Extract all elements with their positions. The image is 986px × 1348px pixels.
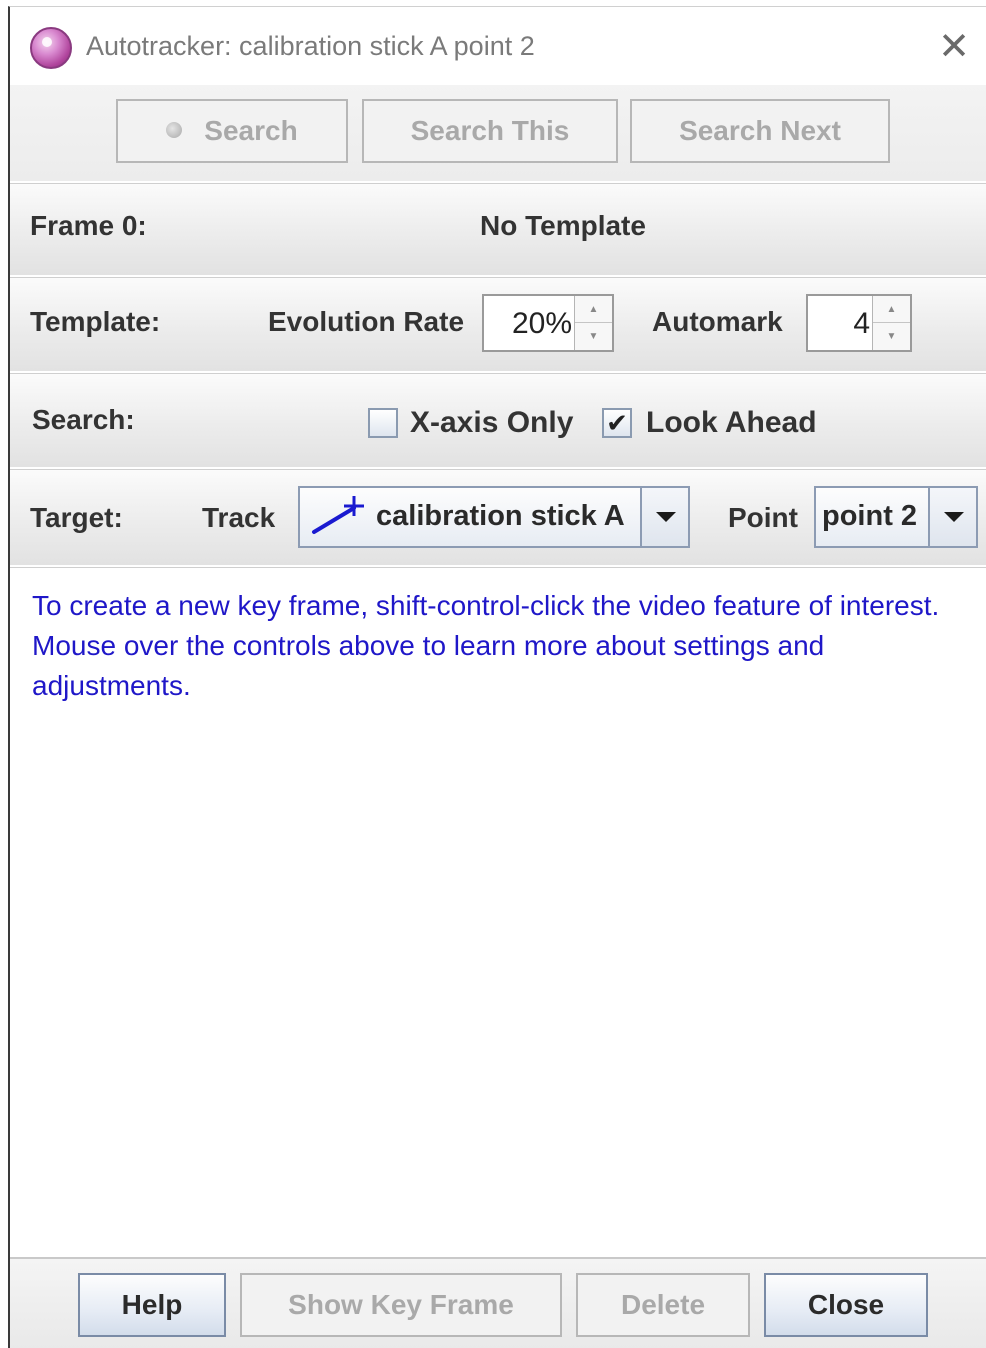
point-label: Point (728, 502, 798, 533)
point-dropdown-value: point 2 (822, 500, 918, 532)
track-label: Track (202, 502, 276, 533)
frame-label: Frame 0: (30, 210, 147, 241)
evolution-rate-value[interactable]: 20% (512, 296, 572, 350)
search-button-label: Search (204, 115, 298, 146)
point-dropdown[interactable]: point 2 (814, 486, 978, 548)
evolution-rate-spinner[interactable]: 20% ▲ ▼ (482, 294, 614, 352)
automark-label: Automark (652, 306, 783, 337)
window-title: Autotracker: calibration stick A point 2 (86, 31, 535, 61)
target-panel: Target: Track calibration stick A Point … (10, 469, 986, 565)
track-dropdown[interactable]: calibration stick A (298, 486, 690, 548)
search-dot-icon (166, 121, 183, 138)
increment-icon[interactable]: ▲ (575, 296, 612, 323)
increment-icon[interactable]: ▲ (873, 296, 910, 323)
look-ahead-checkbox[interactable]: ✔ (602, 408, 632, 438)
automark-spinner[interactable]: 4 ▲ ▼ (806, 294, 912, 352)
automark-value[interactable]: 4 (853, 296, 870, 350)
close-button[interactable]: Close (764, 1273, 928, 1337)
search-this-button[interactable]: Search This (362, 99, 618, 163)
search-options-panel: Search: X-axis Only ✔ Look Ahead (10, 373, 986, 467)
delete-button[interactable]: Delete (576, 1273, 750, 1337)
calibration-stick-icon (312, 496, 364, 534)
frame-panel: Frame 0: No Template (10, 183, 986, 275)
look-ahead-label[interactable]: Look Ahead (646, 406, 817, 440)
target-label: Target: (30, 502, 123, 533)
show-key-frame-button[interactable]: Show Key Frame (240, 1273, 562, 1337)
search-next-button[interactable]: Search Next (630, 99, 890, 163)
close-window-icon[interactable]: ✕ (934, 27, 974, 67)
decrement-icon[interactable]: ▼ (575, 323, 612, 350)
template-status: No Template (480, 210, 646, 241)
template-panel: Template: Evolution Rate 20% ▲ ▼ Automar… (10, 277, 986, 371)
search-buttons-panel: Search Search This Search Next (10, 85, 986, 181)
decrement-icon[interactable]: ▼ (873, 323, 910, 350)
title-bar: Autotracker: calibration stick A point 2… (10, 7, 986, 85)
template-label: Template: (30, 306, 161, 337)
search-label: Search: (32, 404, 135, 435)
bottom-buttons-panel: Help Show Key Frame Delete Close (10, 1257, 986, 1348)
help-button[interactable]: Help (78, 1273, 226, 1337)
evolution-rate-stepper[interactable]: ▲ ▼ (574, 296, 612, 350)
search-button[interactable]: Search (116, 99, 348, 163)
instructions-area: To create a new key frame, shift-control… (10, 567, 986, 1257)
chevron-down-icon[interactable] (928, 488, 976, 546)
track-dropdown-value: calibration stick A (376, 500, 625, 532)
chevron-down-icon[interactable] (640, 488, 688, 546)
x-axis-only-label[interactable]: X-axis Only (410, 406, 573, 440)
x-axis-only-checkbox[interactable] (368, 408, 398, 438)
automark-stepper[interactable]: ▲ ▼ (872, 296, 910, 350)
evolution-rate-label: Evolution Rate (268, 306, 465, 337)
autotracker-window: Autotracker: calibration stick A point 2… (8, 6, 986, 1348)
autotracker-app-icon (30, 27, 72, 69)
instructions-text: To create a new key frame, shift-control… (32, 590, 940, 701)
